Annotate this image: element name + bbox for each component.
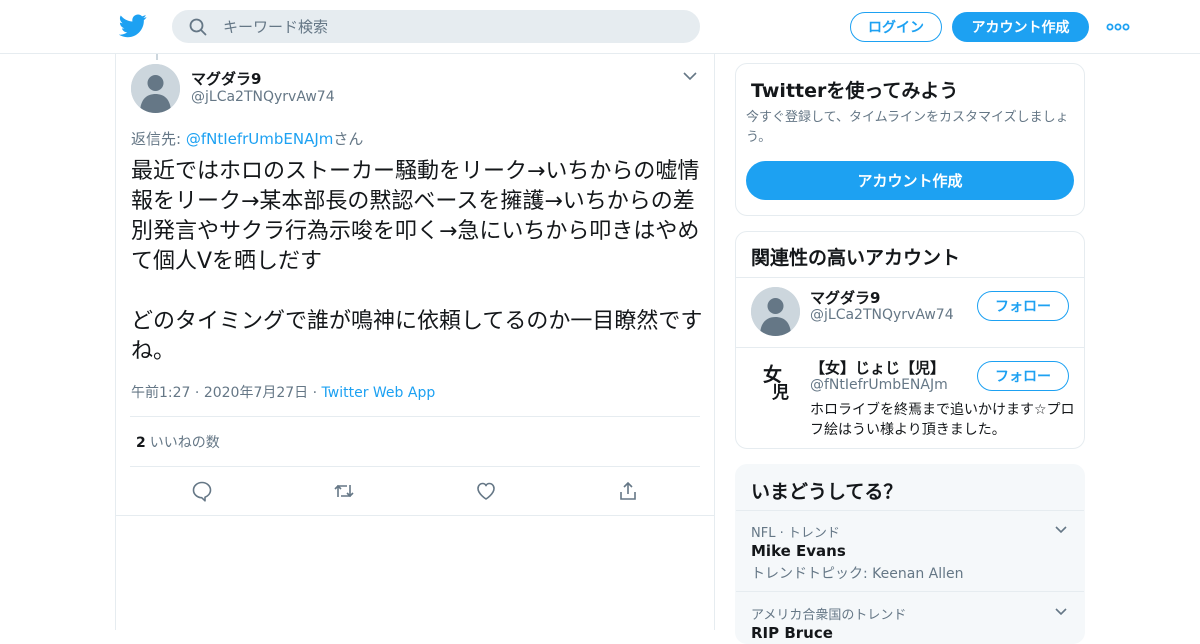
related-account-handle[interactable]: @fNtIefrUmbENAJm xyxy=(810,377,948,393)
search-icon xyxy=(189,18,207,36)
related-account-name[interactable]: 【女】じょじ【児】 xyxy=(810,357,945,378)
divider xyxy=(116,515,715,516)
follow-button[interactable]: フォロー xyxy=(977,361,1069,391)
reply-to-handle-link[interactable]: @fNtIefrUmbENAJm xyxy=(186,130,334,148)
divider xyxy=(736,591,1084,592)
meta-separator: · xyxy=(312,385,318,401)
divider xyxy=(736,277,1084,278)
signup-card-title: Twitterを使ってみよう xyxy=(751,80,959,102)
login-button[interactable]: ログイン xyxy=(850,12,942,42)
tweet-author-avatar[interactable] xyxy=(131,64,180,113)
like-count-row[interactable]: 2 いいねの数 xyxy=(136,432,220,452)
tweet-date[interactable]: 2020年7月27日 xyxy=(204,385,308,401)
reply-to-line: 返信先: @fNtIefrUmbENAJmさん xyxy=(131,128,363,149)
meta-separator: · xyxy=(194,385,200,401)
share-icon[interactable] xyxy=(617,480,639,502)
chevron-down-icon[interactable] xyxy=(1054,607,1068,617)
tweet-source-link[interactable]: Twitter Web App xyxy=(322,385,436,401)
reply-to-suffix: さん xyxy=(333,130,364,148)
tweet-metadata: 午前1:27 · 2020年7月27日 · Twitter Web App xyxy=(131,382,435,402)
related-account-avatar[interactable]: 女 児 xyxy=(751,357,800,406)
related-account-name[interactable]: マグダラ9 xyxy=(810,287,880,308)
like-count: 2 xyxy=(136,435,146,451)
avatar-glyph-2: 児 xyxy=(771,383,789,403)
trends-card: いまどうしてる？ NFL · トレンド Mike Evans トレンドトピック:… xyxy=(735,464,1085,644)
reply-icon[interactable] xyxy=(191,480,213,502)
trend-meta: アメリカ合衆国のトレンド xyxy=(751,608,907,623)
default-profile-icon xyxy=(751,287,800,336)
tweet-column: マグダラ9 @jLCa2TNQyrvAw74 返信先: @fNtIefrUmbE… xyxy=(115,54,715,630)
divider xyxy=(130,416,700,417)
trend-meta: NFL · トレンド xyxy=(751,526,840,541)
retweet-icon[interactable] xyxy=(333,480,355,502)
related-account-avatar[interactable] xyxy=(751,287,800,336)
trend-name[interactable]: RIP Bruce xyxy=(751,624,833,642)
chevron-down-icon[interactable] xyxy=(1054,525,1068,535)
related-account-bio: ホロライブを終焉まで追いかけます☆プロフ絵はうい様より頂きました。 xyxy=(810,402,1075,438)
like-icon[interactable] xyxy=(475,480,497,502)
chevron-down-icon[interactable] xyxy=(682,70,698,82)
tweet-time[interactable]: 午前1:27 xyxy=(131,385,190,401)
top-navigation-bar: ログイン アカウント作成 xyxy=(0,0,1200,54)
tweet-text: 最近ではホロのストーカー騒動をリーク→いちからの嘘情報をリーク→某本部長の黙認ベ… xyxy=(131,159,703,364)
signup-card-description: 今すぐ登録して、タイムラインをカスタマイズしましょう。 xyxy=(746,110,1069,145)
tweet-author-handle[interactable]: @jLCa2TNQyrvAw74 xyxy=(191,89,335,105)
thread-line xyxy=(156,54,158,60)
default-profile-icon xyxy=(131,64,180,113)
like-count-label: いいねの数 xyxy=(149,435,220,451)
search-input[interactable] xyxy=(223,11,683,42)
related-accounts-card: 関連性の高いアカウント マグダラ9 @jLCa2TNQyrvAw74 フォロー … xyxy=(735,231,1085,449)
reply-to-prefix: 返信先: xyxy=(131,130,186,148)
divider xyxy=(130,466,700,467)
trends-title: いまどうしてる？ xyxy=(751,481,903,503)
trend-name[interactable]: Mike Evans xyxy=(751,542,846,560)
divider xyxy=(736,347,1084,348)
follow-button[interactable]: フォロー xyxy=(977,291,1069,321)
search-box[interactable] xyxy=(172,10,700,43)
divider xyxy=(736,510,1084,511)
trend-subtitle: トレンドトピック: Keenan Allen xyxy=(751,566,964,582)
related-account-handle[interactable]: @jLCa2TNQyrvAw74 xyxy=(810,307,954,323)
signup-card-button[interactable]: アカウント作成 xyxy=(746,161,1074,200)
signup-prompt-card: Twitterを使ってみよう 今すぐ登録して、タイムラインをカスタマイズしましょ… xyxy=(735,63,1085,216)
more-options-icon[interactable] xyxy=(1106,17,1130,37)
signup-button[interactable]: アカウント作成 xyxy=(952,12,1089,42)
twitter-bird-icon[interactable] xyxy=(119,13,147,39)
tweet-author-name[interactable]: マグダラ9 xyxy=(191,68,261,89)
related-accounts-title: 関連性の高いアカウント xyxy=(751,247,961,269)
